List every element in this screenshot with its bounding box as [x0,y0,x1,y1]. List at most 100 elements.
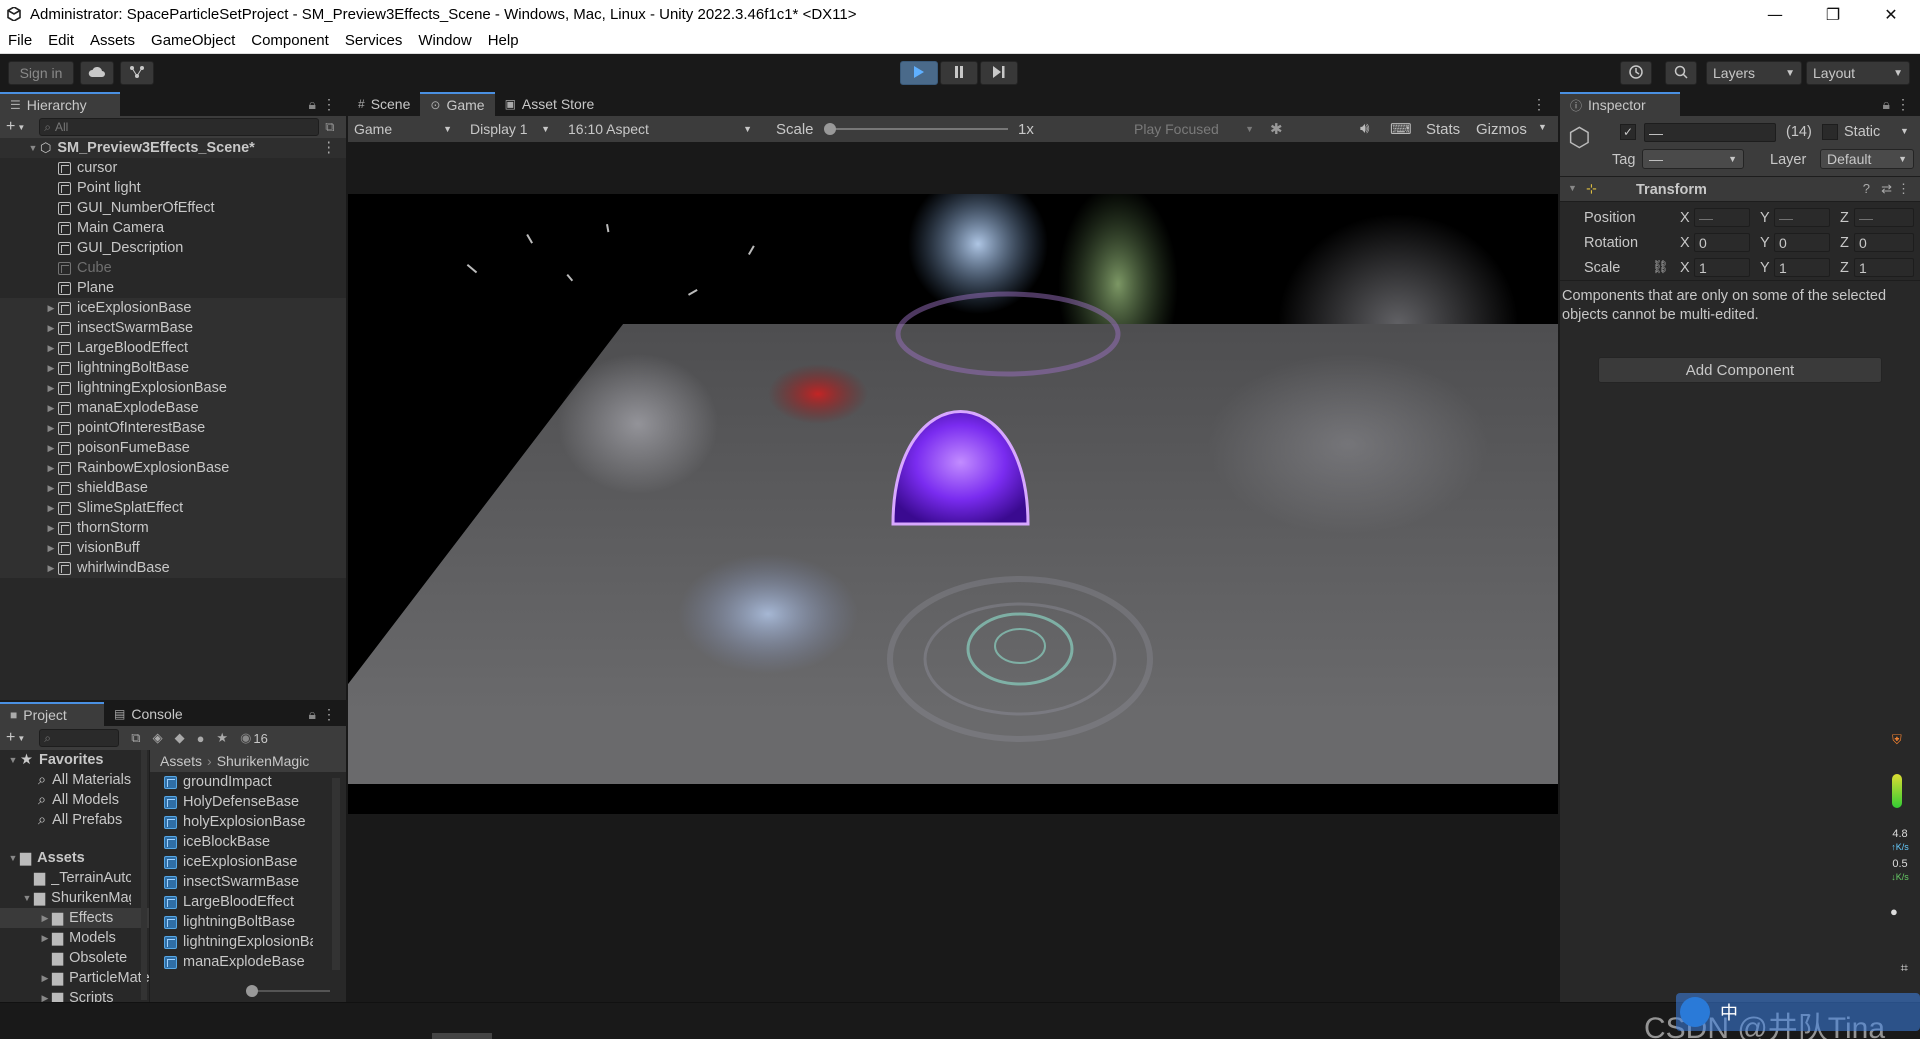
project-search-input[interactable]: ⌕ [39,729,120,747]
expand-arrow-icon[interactable]: ▶ [44,363,58,374]
view-mode-dropdown[interactable]: Game ▼ [348,117,458,141]
more-options-icon[interactable]: ⋮ [322,140,337,156]
preset-icon[interactable]: ⇄ [1881,181,1892,197]
asset-file-item[interactable]: manaExplodeBase [164,952,346,972]
hierarchy-item[interactable]: Point light [0,178,346,198]
search-scope-icon[interactable]: ⧉ [131,730,140,746]
tab-asset-store[interactable]: ▣ Asset Store [495,92,605,116]
layout-dropdown[interactable]: Layout ▼ [1806,61,1910,85]
folder-item[interactable]: ▆ _TerrainAutoUpgrade [0,868,149,888]
layers-dropdown[interactable]: Layers ▼ [1706,61,1802,85]
expand-arrow-icon[interactable]: ▶ [38,993,52,1003]
dropdown-arrow-icon[interactable]: ▼ [17,734,25,743]
link-scale-icon[interactable]: ⛓ [1652,259,1669,275]
add-icon[interactable]: + [6,729,15,747]
rotation-y-field[interactable]: 0 [1774,233,1830,252]
hierarchy-item[interactable]: GUI_Description [0,238,346,258]
aspect-dropdown[interactable]: 16:10 Aspect ▼ [562,117,758,141]
add-icon[interactable]: + [6,118,15,136]
more-options-icon[interactable]: ⋮ [1897,181,1910,197]
tab-inspector[interactable]: ⓘ Inspector [1560,92,1680,116]
scale-slider[interactable] [828,128,1008,130]
hierarchy-item[interactable]: ▶ lightningBoltBase [0,358,346,378]
hidden-eye-icon[interactable]: ◉ [240,730,251,746]
expand-arrow-icon[interactable]: ▶ [44,463,58,474]
menu-edit[interactable]: Edit [40,32,82,49]
expand-arrow-icon[interactable]: ▶ [44,523,58,534]
hierarchy-item[interactable]: ▶ pointOfInterestBase [0,418,346,438]
asset-file-item[interactable]: iceExplosionBase [164,852,346,872]
folder-item[interactable]: ▶ ▆ Models [0,928,149,948]
screenshot-crop-icon[interactable]: ⌗ [1901,960,1908,976]
active-checkbox[interactable]: ✓ [1620,124,1636,140]
file-scrollbar[interactable] [332,778,340,970]
folder-item[interactable]: ▶▆ ParticleMaterials [0,968,149,988]
expand-arrow-icon[interactable]: ▶ [44,403,58,414]
history-button[interactable] [1620,61,1652,85]
lock-icon[interactable]: 🔒︎ [309,96,316,113]
expand-arrow-icon[interactable]: ▼ [6,853,20,863]
expand-arrow-icon[interactable]: ▶ [44,443,58,454]
tag-dropdown[interactable]: — ▼ [1642,149,1744,169]
menu-file[interactable]: File [0,32,40,49]
tab-scene[interactable]: # Scene [348,92,420,116]
hierarchy-item[interactable]: ▶ thornStorm [0,518,346,538]
assets-row[interactable]: ▼ ▆ Assets [0,848,149,868]
hierarchy-item[interactable]: ▶ lightningExplosionBase [0,378,346,398]
game-render-view[interactable] [348,194,1558,916]
asset-file-item[interactable]: lightningExplosionBase [164,932,346,952]
favorite-item[interactable]: ⌕ All Materials [0,770,149,790]
more-options-icon[interactable]: ⋮ [322,706,336,723]
static-checkbox[interactable] [1822,124,1838,140]
transform-header[interactable]: ▼ ⊹ Transform ? ⇄ ⋮ [1560,176,1920,202]
menu-help[interactable]: Help [480,32,527,49]
asset-file-item[interactable]: lightningBoltBase [164,912,346,932]
hierarchy-item[interactable]: Cube [0,258,346,278]
rotation-x-field[interactable]: 0 [1694,233,1750,252]
tab-hierarchy[interactable]: ☰ Hierarchy [0,92,120,116]
tree-scrollbar[interactable] [141,750,147,1000]
asset-file-item[interactable]: HolyDefenseBase [164,792,346,812]
scene-search-icon[interactable]: ⧉ [325,119,334,135]
search-button[interactable] [1665,61,1697,85]
menu-assets[interactable]: Assets [82,32,143,49]
stats-button[interactable]: Stats [1426,121,1460,138]
folder-item[interactable]: ▼▆ ShurikenMagic [0,888,149,908]
expand-arrow-icon[interactable]: ▼ [26,143,40,153]
menu-component[interactable]: Component [243,32,337,49]
position-z-field[interactable]: — [1854,208,1914,227]
breadcrumb-assets[interactable]: Assets [160,753,202,769]
help-icon[interactable]: ? [1863,181,1870,196]
more-options-icon[interactable]: ⋮ [322,96,336,113]
position-x-field[interactable]: — [1694,208,1750,227]
expand-arrow-icon[interactable]: ▼ [20,893,34,903]
pause-button[interactable] [940,61,978,85]
hierarchy-item[interactable]: ▶ whirlwindBase [0,558,346,578]
collab-button[interactable] [120,61,154,85]
object-name-field[interactable]: — [1644,123,1776,142]
maximize-button[interactable]: ❐ [1804,0,1862,28]
scale-y-field[interactable]: 1 [1774,258,1830,277]
rotation-z-field[interactable]: 0 [1854,233,1914,252]
hierarchy-item[interactable]: GUI_NumberOfEffect [0,198,346,218]
filter-warning-icon[interactable]: ● [197,731,205,746]
bug-icon[interactable]: ✱ [1270,120,1283,138]
favorites-row[interactable]: ▼ ★ Favorites [0,750,149,770]
filter-label-icon[interactable]: ◆ [175,730,185,746]
dropdown-arrow-icon[interactable]: ▼ [1900,126,1909,136]
hierarchy-item[interactable]: ▶ insectSwarmBase [0,318,346,338]
icon-size-slider[interactable] [250,990,330,992]
hierarchy-item[interactable]: ▶ LargeBloodEffect [0,338,346,358]
dropdown-arrow-icon[interactable]: ▼ [17,123,25,132]
menu-window[interactable]: Window [410,32,479,49]
display-dropdown[interactable]: Display 1 ▼ [464,117,556,141]
layer-dropdown[interactable]: Default ▼ [1820,149,1914,169]
play-mode-dropdown[interactable]: Play Focused ▼ [1128,117,1260,141]
hierarchy-item[interactable]: ▶ SlimeSplatEffect [0,498,346,518]
expand-arrow-icon[interactable]: ▶ [38,933,52,944]
expand-arrow-icon[interactable]: ▶ [44,543,58,554]
chat-bubble-icon[interactable]: ● [1890,904,1898,919]
expand-arrow-icon[interactable]: ▶ [44,343,58,354]
asset-file-item[interactable]: groundImpact [164,772,346,792]
scale-x-field[interactable]: 1 [1694,258,1750,277]
